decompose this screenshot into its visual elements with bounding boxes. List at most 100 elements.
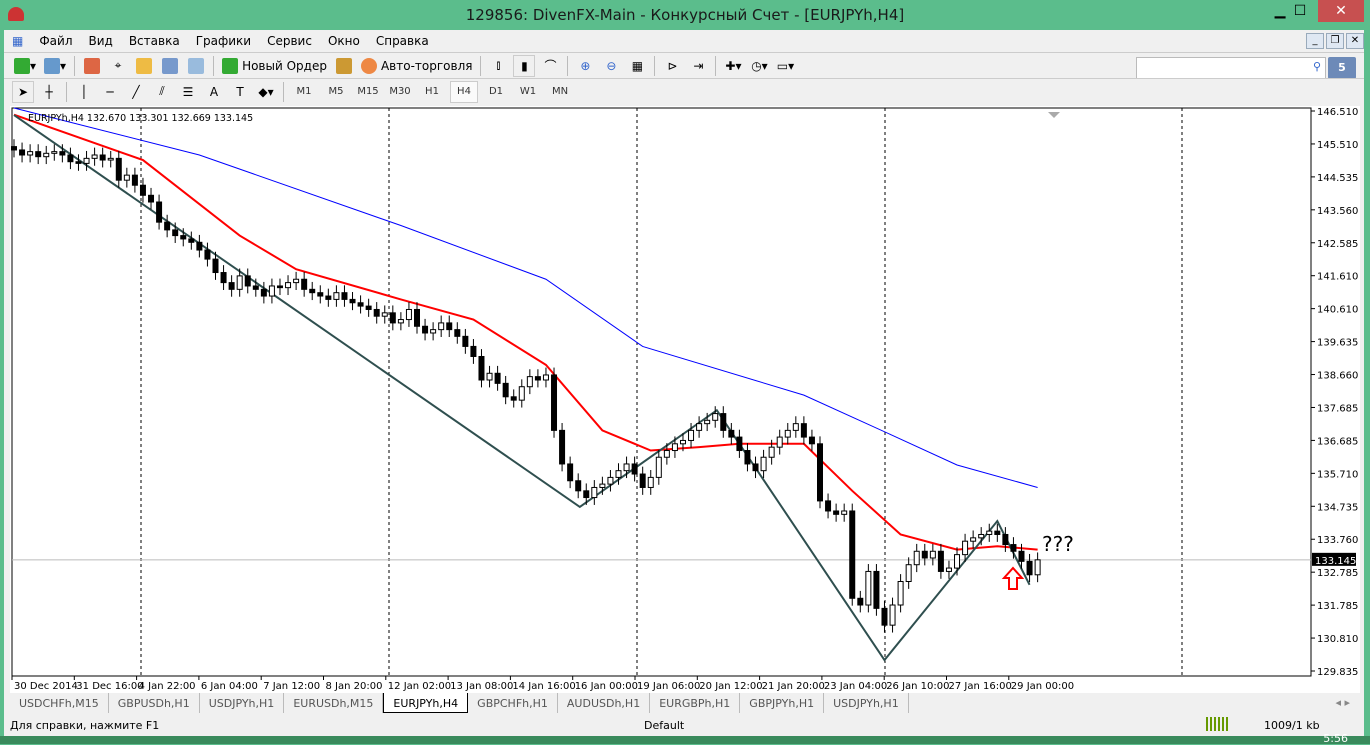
- price-tick-label: 135.710: [1317, 469, 1358, 480]
- candle-bear: [800, 423, 807, 438]
- candle-bear: [301, 278, 308, 290]
- candle-bear: [736, 436, 743, 452]
- candle-bear: [808, 436, 815, 445]
- plot-area: [11, 107, 1312, 677]
- candle-bull: [696, 423, 703, 431]
- candle-bear: [204, 249, 211, 260]
- chart-tab[interactable]: GBPJPYh,H1: [740, 693, 825, 713]
- candle-bull: [518, 386, 525, 401]
- clock: 5:56: [1323, 732, 1348, 745]
- chart-window[interactable]: 146.510 145.510 144.535 143.560 142.585 141.6…: [10, 106, 1360, 693]
- candle-bull: [268, 285, 275, 297]
- chart-tab[interactable]: USDJPYh,H1: [200, 693, 285, 713]
- tab-scroll-arrows[interactable]: ◂ ▸: [1335, 696, 1350, 709]
- candle-bear: [825, 500, 832, 512]
- chart-tab[interactable]: GBPCHFh,H1: [468, 693, 558, 713]
- question-annotation: ???: [1042, 532, 1074, 556]
- candle-bear: [1010, 544, 1017, 552]
- chart-tab[interactable]: GBPUSDh,H1: [109, 693, 200, 713]
- candle-bull: [663, 450, 670, 458]
- status-profile: Default: [644, 719, 685, 732]
- candle-bear: [373, 308, 380, 317]
- candle-bear: [349, 298, 356, 304]
- candle-bull: [897, 581, 904, 606]
- chart-tab[interactable]: USDJPYh,H1: [824, 693, 909, 713]
- candle-bull: [970, 537, 977, 542]
- price-tick-label: 130.810: [1317, 634, 1358, 645]
- candle-bull: [841, 510, 848, 515]
- time-tick-label: 23 Jan 04:00: [824, 681, 887, 692]
- candle-bull: [671, 443, 678, 452]
- status-traffic: 1009/1 kb: [1264, 719, 1320, 732]
- candle-bull: [889, 604, 896, 626]
- price-chart[interactable]: 146.510 145.510 144.535 143.560 142.585 141.6…: [0, 0, 1370, 744]
- candle-bull: [526, 376, 533, 388]
- candle-bear: [115, 157, 122, 181]
- candle-bear: [752, 463, 759, 472]
- candle-bear: [857, 597, 864, 606]
- candle-bear: [639, 473, 646, 488]
- candle-bear: [510, 396, 517, 401]
- candle-bull: [986, 530, 993, 535]
- candle-bear: [744, 450, 751, 465]
- time-tick-label: 27 Jan 16:00: [949, 681, 1012, 692]
- time-tick-label: 30 Dec 2014: [14, 681, 78, 692]
- time-tick-label: 14 Jan 16:00: [512, 681, 575, 692]
- candle-bear: [188, 238, 195, 243]
- candle-bull: [962, 540, 969, 556]
- chart-tab[interactable]: EURGBPh,H1: [650, 693, 741, 713]
- time-tick-label: 16 Jan 00:00: [575, 681, 638, 692]
- candle-bear: [849, 510, 856, 599]
- time-tick-label: 21 Jan 20:00: [762, 681, 825, 692]
- candle-bear: [59, 151, 66, 156]
- chart-tab-active[interactable]: EURJPYh,H4: [383, 693, 469, 713]
- candle-bull: [607, 476, 614, 485]
- candle-bear: [67, 154, 74, 163]
- candle-bull: [397, 319, 404, 324]
- chart-tab[interactable]: USDCHFh,M15: [10, 693, 109, 713]
- price-tick-label: 134.735: [1317, 502, 1358, 513]
- candle-bull: [83, 157, 90, 164]
- price-tick-label: 129.835: [1317, 667, 1358, 678]
- candle-bull: [623, 463, 630, 472]
- candle-bull: [792, 423, 799, 431]
- candle-bull: [236, 275, 243, 290]
- time-tick-label: 6 Jan 04:00: [201, 681, 258, 692]
- candle-bear: [172, 229, 179, 237]
- candle-bear: [341, 292, 348, 300]
- time-tick-label: 29 Jan 00:00: [1011, 681, 1074, 692]
- candle-bull: [43, 152, 50, 158]
- chart-tab[interactable]: EURUSDh,M15: [284, 693, 384, 713]
- price-tick-label: 132.785: [1317, 568, 1358, 579]
- candle-bull: [784, 429, 791, 438]
- candle-bear: [422, 325, 429, 334]
- time-tick-label: 13 Jan 08:00: [450, 681, 513, 692]
- candle-bull: [945, 567, 952, 572]
- candle-bull: [333, 292, 340, 300]
- candle-bull: [679, 439, 686, 445]
- status-help: Для справки, нажмите F1: [10, 719, 160, 732]
- candle-bull: [978, 533, 985, 539]
- price-tick-label: 136.685: [1317, 436, 1358, 447]
- price-tick-label: 138.660: [1317, 371, 1358, 382]
- candle-bull: [865, 570, 872, 606]
- candle-bull: [913, 550, 920, 566]
- candle-bear: [35, 151, 42, 158]
- candle-bear: [131, 174, 138, 186]
- candle-bull: [123, 174, 130, 181]
- candle-bull: [599, 483, 606, 488]
- time-tick-label: 31 Dec 16:00: [76, 681, 143, 692]
- candle-bear: [559, 429, 566, 465]
- candle-bull: [430, 329, 437, 334]
- candle-bull: [591, 486, 598, 499]
- candle-bear: [446, 322, 453, 331]
- candle-bear: [502, 382, 509, 398]
- candle-bear: [260, 288, 267, 297]
- candle-bear: [156, 201, 163, 223]
- candle-bear: [276, 285, 283, 289]
- candle-bull: [107, 157, 114, 161]
- candle-bear: [19, 149, 26, 156]
- chart-tab[interactable]: AUDUSDh,H1: [558, 693, 651, 713]
- candle-bull: [688, 429, 695, 441]
- time-tick-label: 20 Jan 12:00: [699, 681, 762, 692]
